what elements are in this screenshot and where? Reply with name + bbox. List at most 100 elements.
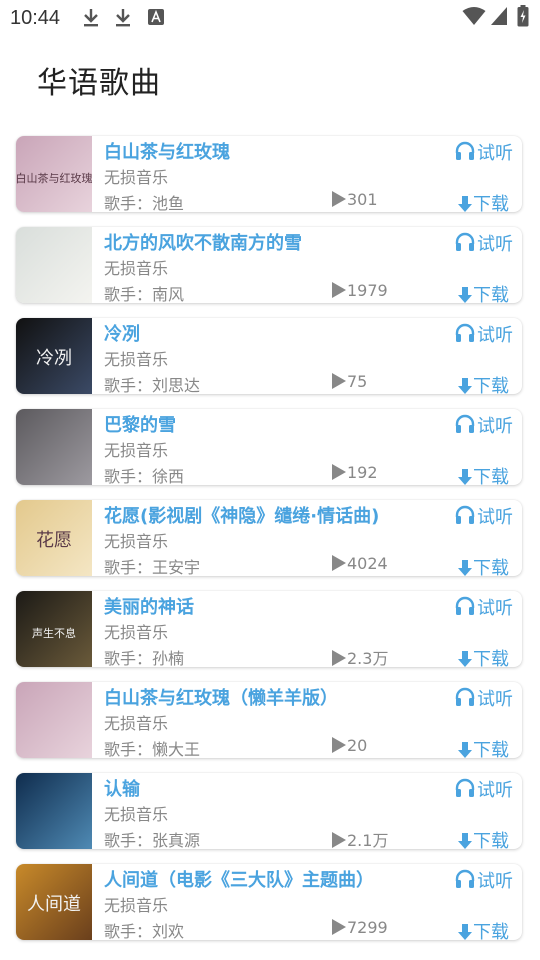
song-quality-label: 无损音乐 [104,896,169,915]
play-count: 7299 [332,918,388,937]
listen-button[interactable]: 试听 [454,594,513,622]
song-title[interactable]: 北方的风吹不散南方的雪 [104,229,302,255]
play-count-value: 75 [347,372,368,391]
download-button[interactable]: 下载 [458,736,509,758]
listen-button[interactable]: 试听 [454,503,513,531]
play-count-value: 1979 [347,281,388,300]
song-singer: 歌手：王安宇 [104,558,201,576]
song-card[interactable]: 人间道 人间道（电影《三大队》主题曲） 无损音乐 歌手：刘欢 7299 试听 下… [16,864,522,940]
wifi-icon [462,6,486,30]
song-card[interactable]: 北方的风吹不散南方的雪 无损音乐 歌手：南风 1979 试听 下载 [16,227,522,303]
listen-button[interactable]: 试听 [454,685,513,713]
song-singer: 歌手：孙楠 [104,649,185,667]
download-button[interactable]: 下载 [458,645,509,667]
play-count: 301 [332,190,378,209]
listen-label: 试听 [477,325,513,346]
song-card[interactable]: 冷冽 冷冽 无损音乐 歌手：刘思达 75 试听 下载 [16,318,522,394]
listen-button[interactable]: 试听 [454,321,513,349]
download-button[interactable]: 下载 [458,463,509,485]
song-singer: 歌手：刘思达 [104,376,201,394]
album-cover-art: 人间道 [16,864,92,940]
download-arrow-icon [458,377,472,394]
listen-button[interactable]: 试听 [454,776,513,804]
song-quality-label: 无损音乐 [104,441,169,460]
play-count-value: 4024 [347,554,388,573]
song-quality-label: 无损音乐 [104,259,169,278]
song-quality-label: 无损音乐 [104,714,169,733]
song-singer: 歌手：张真源 [104,831,201,849]
listen-button[interactable]: 试听 [454,867,513,895]
download-label: 下载 [473,922,509,940]
cover-text: 白山茶与红玫瑰 [16,171,92,185]
song-title[interactable]: 冷冽 [104,320,140,346]
song-card[interactable]: 巴黎的雪 无损音乐 歌手：徐西 192 试听 下载 [16,409,522,485]
album-cover-art: 冷冽 [16,318,92,394]
album-cover-art: 声生不息 [16,591,92,667]
song-card[interactable]: 声生不息 美丽的神话 无损音乐 歌手：孙楠 2.3万 试听 下载 [16,591,522,667]
album-cover-image[interactable]: 冷冽 [16,318,92,394]
download-button[interactable]: 下载 [458,281,509,303]
download-button[interactable]: 下载 [458,827,509,849]
album-cover-image[interactable] [16,227,92,303]
song-card[interactable]: 白山茶与红玫瑰（懒羊羊版） 无损音乐 歌手：懒大王 20 试听 下载 [16,682,522,758]
listen-label: 试听 [477,234,513,255]
page-title: 华语歌曲 [37,66,161,101]
play-count-value: 301 [347,190,378,209]
play-count-value: 2.3万 [347,649,389,667]
album-cover-image[interactable]: 白山茶与红玫瑰 [16,136,92,212]
headphones-icon [454,231,476,258]
album-cover-image[interactable]: 花愿 [16,500,92,576]
song-card[interactable]: 认输 无损音乐 歌手：张真源 2.1万 试听 下载 [16,773,522,849]
listen-button[interactable]: 试听 [454,412,513,440]
listen-button[interactable]: 试听 [454,139,513,167]
album-cover-art [16,409,92,485]
listen-label: 试听 [477,143,513,164]
cover-text: 冷冽 [36,348,72,369]
play-count-icon [332,832,346,848]
download-button[interactable]: 下载 [458,190,509,212]
listen-button[interactable]: 试听 [454,230,513,258]
download-arrow-icon [458,468,472,485]
play-count-icon [332,650,346,666]
play-count-value: 7299 [347,918,388,937]
play-count: 75 [332,372,367,391]
song-card[interactable]: 白山茶与红玫瑰 白山茶与红玫瑰 无损音乐 歌手：池鱼 301 试听 下载 [16,136,522,212]
album-cover-image[interactable]: 人间道 [16,864,92,940]
album-cover-image[interactable] [16,409,92,485]
song-singer: 歌手：刘欢 [104,922,185,940]
download-arrow-icon [458,195,472,212]
download-label: 下载 [473,376,509,394]
song-title[interactable]: 白山茶与红玫瑰（懒羊羊版） [104,684,338,710]
download-button[interactable]: 下载 [458,554,509,576]
song-title[interactable]: 人间道（电影《三大队》主题曲） [104,866,374,892]
headphones-icon [454,322,476,349]
song-title[interactable]: 美丽的神话 [104,593,194,619]
song-card[interactable]: 花愿 花愿(影视剧《神隐》缱绻·情话曲) 无损音乐 歌手：王安宇 4024 试听… [16,500,522,576]
album-cover-image[interactable] [16,682,92,758]
album-cover-image[interactable]: 声生不息 [16,591,92,667]
download-arrow-icon [458,650,472,667]
cover-background [16,773,92,849]
album-cover-image[interactable] [16,773,92,849]
headphones-icon [454,504,476,531]
song-title[interactable]: 花愿(影视剧《神隐》缱绻·情话曲) [104,502,379,528]
cellular-signal-icon [490,6,508,30]
song-quality-label: 无损音乐 [104,350,169,369]
album-cover-art [16,773,92,849]
download-button[interactable]: 下载 [458,372,509,394]
download-arrow-icon [458,559,472,576]
song-title[interactable]: 白山茶与红玫瑰 [104,138,230,164]
download-button[interactable]: 下载 [458,918,509,940]
song-quality-label: 无损音乐 [104,623,169,642]
song-singer: 歌手：南风 [104,285,185,303]
song-title[interactable]: 巴黎的雪 [104,411,176,437]
headphones-icon [454,777,476,804]
headphones-icon [454,686,476,713]
song-title[interactable]: 认输 [104,775,140,801]
play-count-value: 2.1万 [347,831,389,849]
play-count-icon [332,191,346,207]
listen-label: 试听 [477,598,513,619]
play-count-icon [332,464,346,480]
status-time: 10:44 [10,7,61,29]
download-label: 下载 [473,558,509,576]
